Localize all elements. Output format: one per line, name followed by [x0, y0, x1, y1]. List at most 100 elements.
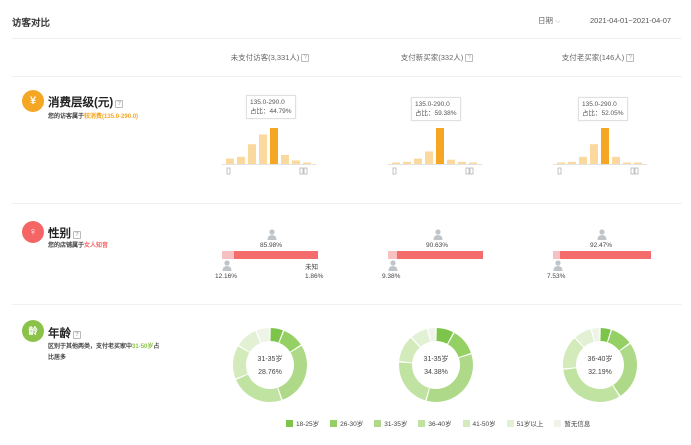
legend-item[interactable]: 暂无信息	[554, 418, 590, 428]
low-price-icon	[392, 167, 397, 175]
column-head-old-buyers: 支付老买家(146人)?	[513, 52, 683, 63]
male-person-icon	[388, 260, 398, 271]
gender-bar	[222, 251, 320, 259]
male-bar-segment	[388, 251, 397, 259]
bar[interactable]	[447, 159, 455, 164]
legend-item[interactable]: 18-25岁	[286, 418, 319, 428]
legend-item[interactable]: 36-40岁	[418, 418, 452, 428]
donut-center-value: 32.19%	[588, 369, 612, 376]
donut-center-label: 31-35岁 28.76%	[245, 353, 295, 379]
help-icon[interactable]: ?	[626, 54, 635, 62]
legend-item[interactable]: 31-35岁	[374, 418, 407, 428]
age-legend: 18-25岁 26-30岁 31-35岁 36-40岁 41-50岁 51岁以上…	[286, 418, 590, 428]
bar[interactable]	[601, 128, 609, 164]
legend-label: 41-50岁	[472, 421, 496, 428]
unknown-pct: 1.86%	[305, 273, 324, 280]
chevron-down-icon: ⌵	[555, 18, 561, 25]
donut-center-value: 28.76%	[258, 369, 282, 376]
female-pct: 92.47%	[590, 242, 613, 249]
bar[interactable]	[634, 162, 642, 165]
legend-item[interactable]: 26-30岁	[330, 418, 363, 428]
section-title-text: 性别	[48, 228, 71, 240]
desc-text: 区别于其他两类，支付老买家中	[48, 344, 133, 350]
legend-label: 51岁以上	[516, 421, 544, 428]
legend-swatch	[374, 419, 382, 427]
bar[interactable]	[303, 162, 311, 165]
divider	[12, 304, 682, 305]
bar-tooltip: 135.0-290.0 占比：59.38%	[411, 97, 461, 121]
bar[interactable]	[281, 155, 289, 164]
tooltip-range: 135.0-290.0	[250, 99, 285, 106]
tooltip-ratio: 占比：44.79%	[250, 108, 292, 115]
bar[interactable]	[237, 156, 245, 164]
bar[interactable]	[270, 128, 278, 164]
section-title-age: 年龄?	[48, 325, 81, 341]
legend-label: 18-25岁	[296, 421, 320, 428]
bar[interactable]	[259, 134, 267, 164]
bar[interactable]	[568, 161, 576, 164]
legend-swatch	[462, 419, 470, 427]
bar[interactable]	[425, 151, 433, 164]
male-pct: 12.16%	[215, 273, 238, 280]
bar-tooltip: 135.0-290.0 占比：52.05%	[578, 97, 628, 121]
bar[interactable]	[403, 161, 411, 164]
unknown-label: 未知	[305, 264, 318, 271]
tooltip-range: 135.0-290.0	[582, 101, 617, 108]
donut-center-value: 34.38%	[424, 369, 448, 376]
donut-center-category: 31-35岁	[423, 356, 449, 363]
female-bar-segment	[234, 251, 318, 259]
tooltip-ratio: 占比：52.05%	[582, 110, 624, 117]
female-pct: 85.98%	[260, 242, 283, 249]
column-head-label: 未支付访客(3,331人)	[230, 53, 300, 62]
date-granularity-label: 日期	[538, 16, 553, 25]
bar[interactable]	[292, 160, 300, 164]
bar[interactable]	[458, 161, 466, 164]
male-bar-segment	[222, 251, 234, 259]
column-head-unpaid: 未支付访客(3,331人)?	[185, 52, 355, 63]
low-price-icon	[226, 167, 231, 175]
date-range[interactable]: 2021-04-01~2021-04-07	[590, 16, 671, 25]
column-head-label: 支付老买家(146人)	[561, 53, 625, 62]
bar[interactable]	[469, 162, 477, 165]
age-icon: 龄	[22, 320, 44, 342]
desc-highlight: 较消费(135.0-290.0)	[84, 114, 139, 120]
bar[interactable]	[579, 156, 587, 164]
help-icon[interactable]: ?	[465, 54, 474, 62]
bar[interactable]	[436, 128, 444, 164]
column-head-label: 支付新买家(332人)	[400, 53, 464, 62]
help-icon[interactable]: ?	[301, 54, 310, 62]
consumption-bar-chart-new-buyers	[388, 128, 482, 175]
help-icon[interactable]: ?	[73, 331, 81, 339]
legend-item[interactable]: 41-50岁	[462, 418, 496, 428]
legend-item[interactable]: 51岁以上	[506, 418, 544, 428]
bar[interactable]	[392, 162, 400, 165]
help-icon[interactable]: ?	[73, 231, 81, 239]
legend-label: 31-35岁	[384, 421, 408, 428]
bar[interactable]	[226, 158, 234, 164]
bar[interactable]	[248, 144, 256, 164]
donut-center-label: 36-40岁 32.19%	[575, 353, 625, 379]
consumption-bar-chart-old-buyers	[553, 128, 647, 175]
section-desc-age: 区别于其他两类，支付老买家中31-50岁占比居多	[48, 342, 160, 364]
date-granularity-dropdown[interactable]: 日期 ⌵	[538, 15, 560, 26]
high-price-icon	[630, 167, 639, 175]
bar[interactable]	[612, 156, 620, 164]
section-desc-consumption: 您的访客属于较消费(135.0-290.0)	[48, 112, 138, 123]
legend-swatch	[554, 419, 562, 427]
donut-center-category: 31-35岁	[257, 356, 283, 363]
legend-label: 暂无信息	[564, 421, 591, 428]
section-title-text: 消费层级(元)	[48, 97, 114, 109]
divider	[12, 76, 682, 77]
female-person-icon	[267, 229, 277, 240]
consumption-bar-chart-unpaid	[222, 128, 316, 175]
bar[interactable]	[414, 158, 422, 164]
section-desc-gender: 您的店铺属于女人知音	[48, 241, 108, 252]
donut-center-label: 31-35岁 34.38%	[411, 353, 461, 379]
help-icon[interactable]: ?	[115, 100, 124, 108]
female-person-icon	[597, 229, 607, 240]
bar[interactable]	[557, 162, 565, 165]
legend-swatch	[330, 419, 338, 427]
bar[interactable]	[623, 162, 631, 165]
bar[interactable]	[590, 144, 598, 164]
bar-tooltip: 135.0-290.0 占比：44.79%	[246, 95, 296, 119]
